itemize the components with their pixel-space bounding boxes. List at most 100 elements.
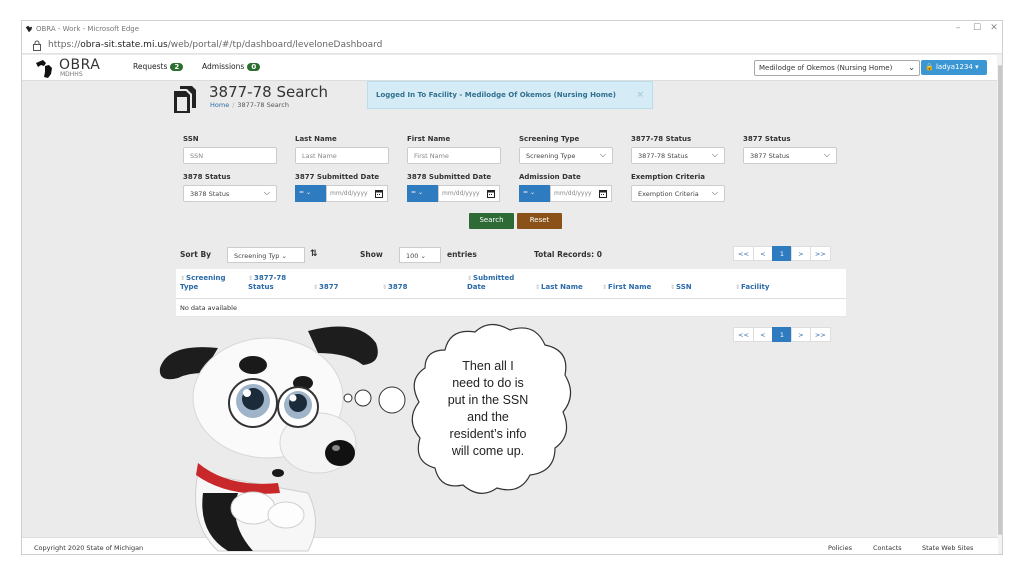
col-last-name[interactable]: ⇕Last Name: [535, 283, 583, 292]
calendar-icon[interactable]: [487, 189, 495, 198]
col-3878[interactable]: ⇕3878: [382, 283, 408, 292]
submitted-3878-label: 3878 Submitted Date: [407, 173, 492, 181]
page-next[interactable]: >: [790, 246, 811, 261]
page-next[interactable]: >: [790, 327, 811, 342]
breadcrumb: Home/3877-78 Search: [210, 101, 289, 109]
close-alert-icon[interactable]: ×: [636, 90, 644, 100]
status-3877-select[interactable]: 3877 Status ⌵: [743, 147, 837, 164]
screening-type-select[interactable]: Screening Type ⌵: [519, 147, 613, 164]
total-records: Total Records: 0: [534, 250, 602, 259]
sort-by-select[interactable]: Screening Typ ⌄: [227, 247, 305, 263]
calendar-icon[interactable]: [599, 189, 607, 198]
nav-requests[interactable]: Requests 2: [133, 62, 184, 71]
copyright: Copyright 2020 State of Michigan: [34, 544, 144, 552]
page-first[interactable]: <<: [733, 246, 754, 261]
last-name-input[interactable]: Last Name: [295, 147, 389, 164]
pagination-bottom: << < 1 > >>: [733, 327, 831, 342]
empty-row: No data available: [176, 299, 846, 317]
submitted-3877-date: = ⌄ mm/dd/yyyy: [295, 185, 388, 202]
date-operator-select[interactable]: = ⌄: [407, 185, 438, 202]
submitted-3877-label: 3877 Submitted Date: [295, 173, 380, 181]
col-3877[interactable]: ⇕3877: [313, 283, 339, 292]
table-header: ⇕Screening Type ⇕3877-78 Status ⇕3877 ⇕3…: [176, 269, 846, 299]
date-input[interactable]: mm/dd/yyyy: [550, 185, 612, 202]
date-operator-select[interactable]: = ⌄: [519, 185, 550, 202]
facility-select[interactable]: Medilodge of Okemos (Nursing Home) ⌄: [754, 60, 920, 76]
nav-admissions[interactable]: Admissions 0: [202, 62, 261, 71]
first-name-label: First Name: [407, 135, 451, 143]
show-label: Show: [360, 250, 383, 259]
breadcrumb-home[interactable]: Home: [210, 101, 229, 109]
admission-date: = ⌄ mm/dd/yyyy: [519, 185, 612, 202]
first-name-input[interactable]: First Name: [407, 147, 501, 164]
page-1[interactable]: 1: [771, 327, 792, 342]
pagination-top: << < 1 > >>: [733, 246, 831, 261]
close-icon[interactable]: ✕: [984, 23, 1002, 33]
reset-button[interactable]: Reset: [517, 213, 562, 229]
col-facility[interactable]: ⇕Facility: [735, 283, 769, 292]
user-menu-button[interactable]: 🔒 ladya1234 ▾: [921, 60, 987, 75]
page-size-select[interactable]: 100 ⌄: [399, 247, 441, 263]
page-1[interactable]: 1: [771, 246, 792, 261]
chevron-down-icon: ⌵: [711, 188, 718, 197]
submitted-3878-date: = ⌄ mm/dd/yyyy: [407, 185, 500, 202]
ssn-input[interactable]: SSN: [183, 147, 277, 164]
admission-date-label: Admission Date: [519, 173, 581, 181]
exemption-select[interactable]: Exemption Criteria ⌵: [631, 185, 725, 202]
date-operator-select[interactable]: = ⌄: [295, 185, 326, 202]
page-prev[interactable]: <: [752, 327, 773, 342]
facility-alert: Logged In To Facility - Medilodge Of Oke…: [367, 81, 653, 109]
page-last[interactable]: >>: [809, 327, 831, 342]
status-3878-select[interactable]: 3878 Status ⌵: [183, 185, 277, 202]
search-button[interactable]: Search: [469, 213, 514, 229]
exemption-label: Exemption Criteria: [631, 173, 705, 181]
sort-by-label: Sort By: [180, 250, 212, 259]
title-bar: OBRA - Work - Microsoft Edge – ☐ ✕: [22, 21, 1002, 37]
thought-bubble-text: Then all I need to do is put in the SSN …: [447, 359, 529, 458]
obra-logo[interactable]: OBRA MDHHS: [34, 57, 124, 79]
admissions-badge: 0: [247, 63, 261, 71]
entries-label: entries: [447, 250, 477, 259]
col-screening-type[interactable]: ⇕Screening Type: [180, 274, 240, 292]
calendar-icon[interactable]: [375, 189, 383, 198]
slide: OBRA - Work - Microsoft Edge – ☐ ✕ https…: [0, 0, 1024, 576]
dog-mascot-illustration: [159, 326, 406, 552]
scrollbar-thumb[interactable]: [998, 65, 1002, 535]
sort-direction-icon[interactable]: ⇅: [310, 249, 318, 259]
status-3877-label: 3877 Status: [743, 135, 791, 143]
michigan-icon: [36, 60, 52, 78]
address-bar[interactable]: https://obra-sit.state.mi.us/web/portal/…: [22, 37, 1002, 54]
chevron-down-icon: ⌵: [263, 188, 270, 197]
page-title: 3877-78 Search: [209, 83, 328, 101]
footer-link-policies[interactable]: Policies: [828, 544, 852, 552]
col-3877-78-status[interactable]: ⇕3877-78 Status: [248, 274, 298, 292]
chevron-down-icon: ⌵: [823, 150, 830, 159]
col-first-name[interactable]: ⇕First Name: [602, 283, 651, 292]
url-text[interactable]: https://obra-sit.state.mi.us/web/portal/…: [48, 40, 382, 50]
page-last[interactable]: >>: [809, 246, 831, 261]
requests-badge: 2: [170, 63, 184, 71]
window-title: OBRA - Work - Microsoft Edge: [36, 25, 140, 33]
col-submitted-date[interactable]: ⇕Submitted Date: [467, 274, 522, 292]
status-3877-78-label: 3877-78 Status: [631, 135, 692, 143]
scrollbar[interactable]: [997, 55, 1002, 553]
col-ssn[interactable]: ⇕SSN: [670, 283, 692, 292]
results-table: ⇕Screening Type ⇕3877-78 Status ⇕3877 ⇕3…: [176, 269, 846, 317]
breadcrumb-current: 3877-78 Search: [237, 101, 289, 109]
chevron-down-icon: ⌄: [908, 63, 915, 72]
page-prev[interactable]: <: [752, 246, 773, 261]
status-3878-label: 3878 Status: [183, 173, 231, 181]
ssn-label: SSN: [183, 135, 199, 143]
minimize-icon[interactable]: –: [948, 23, 968, 33]
status-3877-78-select[interactable]: 3877-78 Status ⌵: [631, 147, 725, 164]
chevron-down-icon: ⌵: [711, 150, 718, 159]
date-input[interactable]: mm/dd/yyyy: [326, 185, 388, 202]
date-input[interactable]: mm/dd/yyyy: [438, 185, 500, 202]
footer-link-state-sites[interactable]: State Web Sites: [922, 544, 973, 552]
lock-icon: [33, 40, 41, 51]
last-name-label: Last Name: [295, 135, 337, 143]
app-icon: [25, 25, 33, 33]
document-copy-icon: [174, 86, 196, 113]
page-first[interactable]: <<: [733, 327, 754, 342]
footer-link-contacts[interactable]: Contacts: [873, 544, 902, 552]
